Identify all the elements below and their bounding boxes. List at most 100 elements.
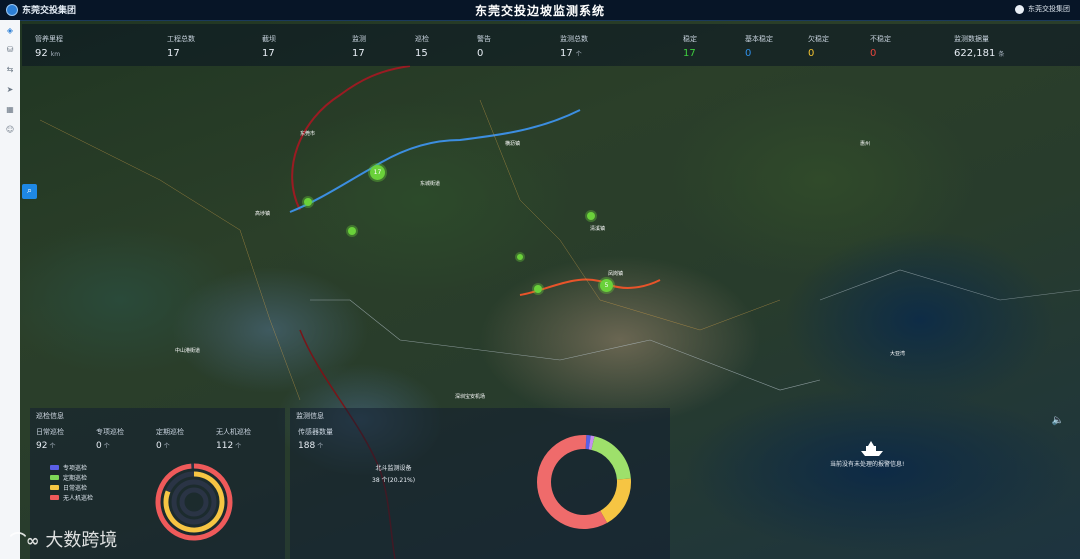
stat-value: 0 bbox=[477, 48, 484, 59]
legend-item[interactable]: 无人机巡检 bbox=[50, 492, 93, 502]
kv-value: 112 个 bbox=[216, 441, 251, 451]
stat-label: 基本稳定 bbox=[745, 35, 773, 43]
search-button[interactable]: ⌕ bbox=[22, 184, 37, 199]
map-marker-cluster[interactable]: 17 bbox=[370, 165, 385, 180]
map-place-label: 高埗镇 bbox=[255, 211, 271, 217]
map-marker[interactable] bbox=[587, 212, 595, 220]
avatar bbox=[1015, 4, 1024, 14]
marker-count: 5 bbox=[604, 282, 609, 289]
stat-number: 92 bbox=[35, 48, 48, 59]
donut-slice-4[interactable] bbox=[588, 435, 595, 450]
top-bar: 东莞交投集团 东莞交投边坡监测系统 东莞交投集团 bbox=[0, 0, 1080, 21]
kv-value: 0个 bbox=[96, 441, 124, 451]
stat-value: 17 bbox=[167, 48, 180, 59]
map-place-label: 东城街道 bbox=[420, 181, 441, 187]
stat-label: 警告 bbox=[477, 35, 491, 43]
kv-unit: 个 bbox=[235, 443, 242, 450]
kv-label: 无人机巡检 bbox=[216, 428, 251, 436]
stat-value: 17 bbox=[683, 48, 696, 59]
stat-unit: km bbox=[50, 51, 61, 58]
stat-value: 15 bbox=[415, 48, 428, 59]
map-marker[interactable] bbox=[517, 254, 523, 260]
map-place-label: 凤岗镇 bbox=[608, 271, 624, 277]
search-icon: ⌕ bbox=[26, 186, 33, 196]
stat-label: 稳定 bbox=[683, 35, 697, 43]
marker-count bbox=[304, 198, 312, 206]
map-place-label: 大亚湾 bbox=[890, 351, 906, 357]
route-red-dark bbox=[291, 65, 411, 211]
legend-swatch bbox=[50, 494, 59, 500]
sidebar: ◈ ⛁ ⇆ ➤ ▦ ☺ bbox=[0, 20, 20, 559]
stat-value: 17 bbox=[262, 48, 275, 59]
kv-label: 日常巡检 bbox=[36, 428, 64, 436]
legend-swatch bbox=[50, 484, 59, 490]
kv-number: 0 bbox=[96, 441, 102, 451]
stat-label: 监测数据量 bbox=[954, 35, 989, 43]
stat-unit: 条 bbox=[998, 51, 1005, 58]
map-place-label: 东莞市 bbox=[300, 131, 316, 137]
kv-number: 112 bbox=[216, 441, 234, 451]
user-icon[interactable]: ☺ bbox=[4, 124, 16, 136]
legend-label: 日常巡检 bbox=[63, 484, 88, 492]
database-icon[interactable]: ⛁ bbox=[4, 44, 16, 56]
map-place-label: 横沥镇 bbox=[505, 141, 521, 147]
inspection-ring-chart[interactable] bbox=[154, 462, 234, 542]
legend-item[interactable]: 定期巡检 bbox=[50, 472, 93, 482]
map-place-label: 深圳宝安机场 bbox=[455, 394, 486, 400]
send-icon[interactable]: ➤ bbox=[4, 84, 16, 96]
building-icon[interactable]: ▦ bbox=[4, 104, 16, 116]
stat-value: 17 个 bbox=[560, 48, 582, 59]
page-title: 东莞交投边坡监测系统 bbox=[474, 4, 605, 18]
legend-swatch bbox=[50, 474, 59, 480]
route-icon[interactable]: ⇆ bbox=[4, 64, 16, 76]
layers-icon[interactable]: ◈ bbox=[4, 25, 16, 37]
sensor-ring-chart[interactable] bbox=[534, 432, 634, 532]
ring-arc-3[interactable] bbox=[155, 463, 233, 541]
kv-value: 188 个 bbox=[298, 441, 333, 451]
map-marker[interactable] bbox=[304, 198, 312, 206]
stat-value: 17 bbox=[352, 48, 365, 59]
map-marker[interactable] bbox=[348, 227, 356, 235]
chart-callout: 北斗监测设备 38 个(20.21%) bbox=[372, 463, 415, 484]
marker-count bbox=[587, 212, 595, 220]
kv-number: 0 bbox=[156, 441, 162, 451]
donut-slice-2[interactable] bbox=[599, 478, 631, 523]
kv-unit: 个 bbox=[103, 443, 110, 450]
watermark-text: 大数跨境 bbox=[45, 530, 118, 551]
kv-number: 188 bbox=[298, 441, 316, 451]
ring-track bbox=[179, 487, 209, 517]
kv-label: 传感器数量 bbox=[298, 428, 333, 436]
stat-label: 管养里程 bbox=[35, 35, 63, 43]
map-marker-cluster[interactable]: 5 bbox=[600, 279, 613, 292]
legend-item[interactable]: 日常巡检 bbox=[50, 482, 93, 492]
stat-number: 17 bbox=[560, 48, 573, 59]
stat-label: 监测 bbox=[352, 35, 366, 43]
chart-legend: 专项巡检 定期巡检 日常巡检 无人机巡检 bbox=[50, 462, 93, 502]
stats-bar: 管养里程 92 km 工程总数 17 截坝 17 监测 17 巡检 15 警告 0… bbox=[22, 24, 1080, 66]
stat-value: 622,181 条 bbox=[954, 48, 1004, 59]
callout-value: 38 个(20.21%) bbox=[372, 477, 416, 484]
donut-slice-0[interactable] bbox=[537, 435, 608, 529]
kv-daily: 日常巡检 92 个 bbox=[36, 427, 64, 451]
legend-label: 专项巡检 bbox=[63, 464, 88, 472]
callout-title: 北斗监测设备 bbox=[375, 465, 412, 472]
kv-value: 92 个 bbox=[36, 441, 64, 451]
stat-label: 欠稳定 bbox=[808, 35, 829, 43]
kv-unit: 个 bbox=[317, 443, 324, 450]
kv-number: 92 bbox=[36, 441, 48, 451]
map-marker[interactable] bbox=[534, 285, 542, 293]
marker-count bbox=[348, 227, 356, 235]
user-menu[interactable]: 东莞交投集团 bbox=[1015, 4, 1070, 14]
panel-title: 巡检信息 bbox=[36, 412, 64, 420]
road-line-2 bbox=[479, 99, 781, 331]
stat-value: 0 bbox=[808, 48, 815, 59]
user-name: 东莞交投集团 bbox=[1028, 5, 1070, 13]
monitor-panel: 监测信息 传感器数量 188 个 北斗监测设备 38 个(20.21%) bbox=[290, 408, 670, 559]
stat-label: 截坝 bbox=[262, 35, 276, 43]
legend-label: 定期巡检 bbox=[63, 474, 88, 482]
volume-icon[interactable]: 🔈 bbox=[1050, 413, 1066, 429]
legend-item[interactable]: 专项巡检 bbox=[50, 462, 93, 472]
road-line bbox=[39, 119, 301, 401]
stat-label: 不稳定 bbox=[870, 35, 891, 43]
donut-slice-1[interactable] bbox=[591, 436, 631, 480]
